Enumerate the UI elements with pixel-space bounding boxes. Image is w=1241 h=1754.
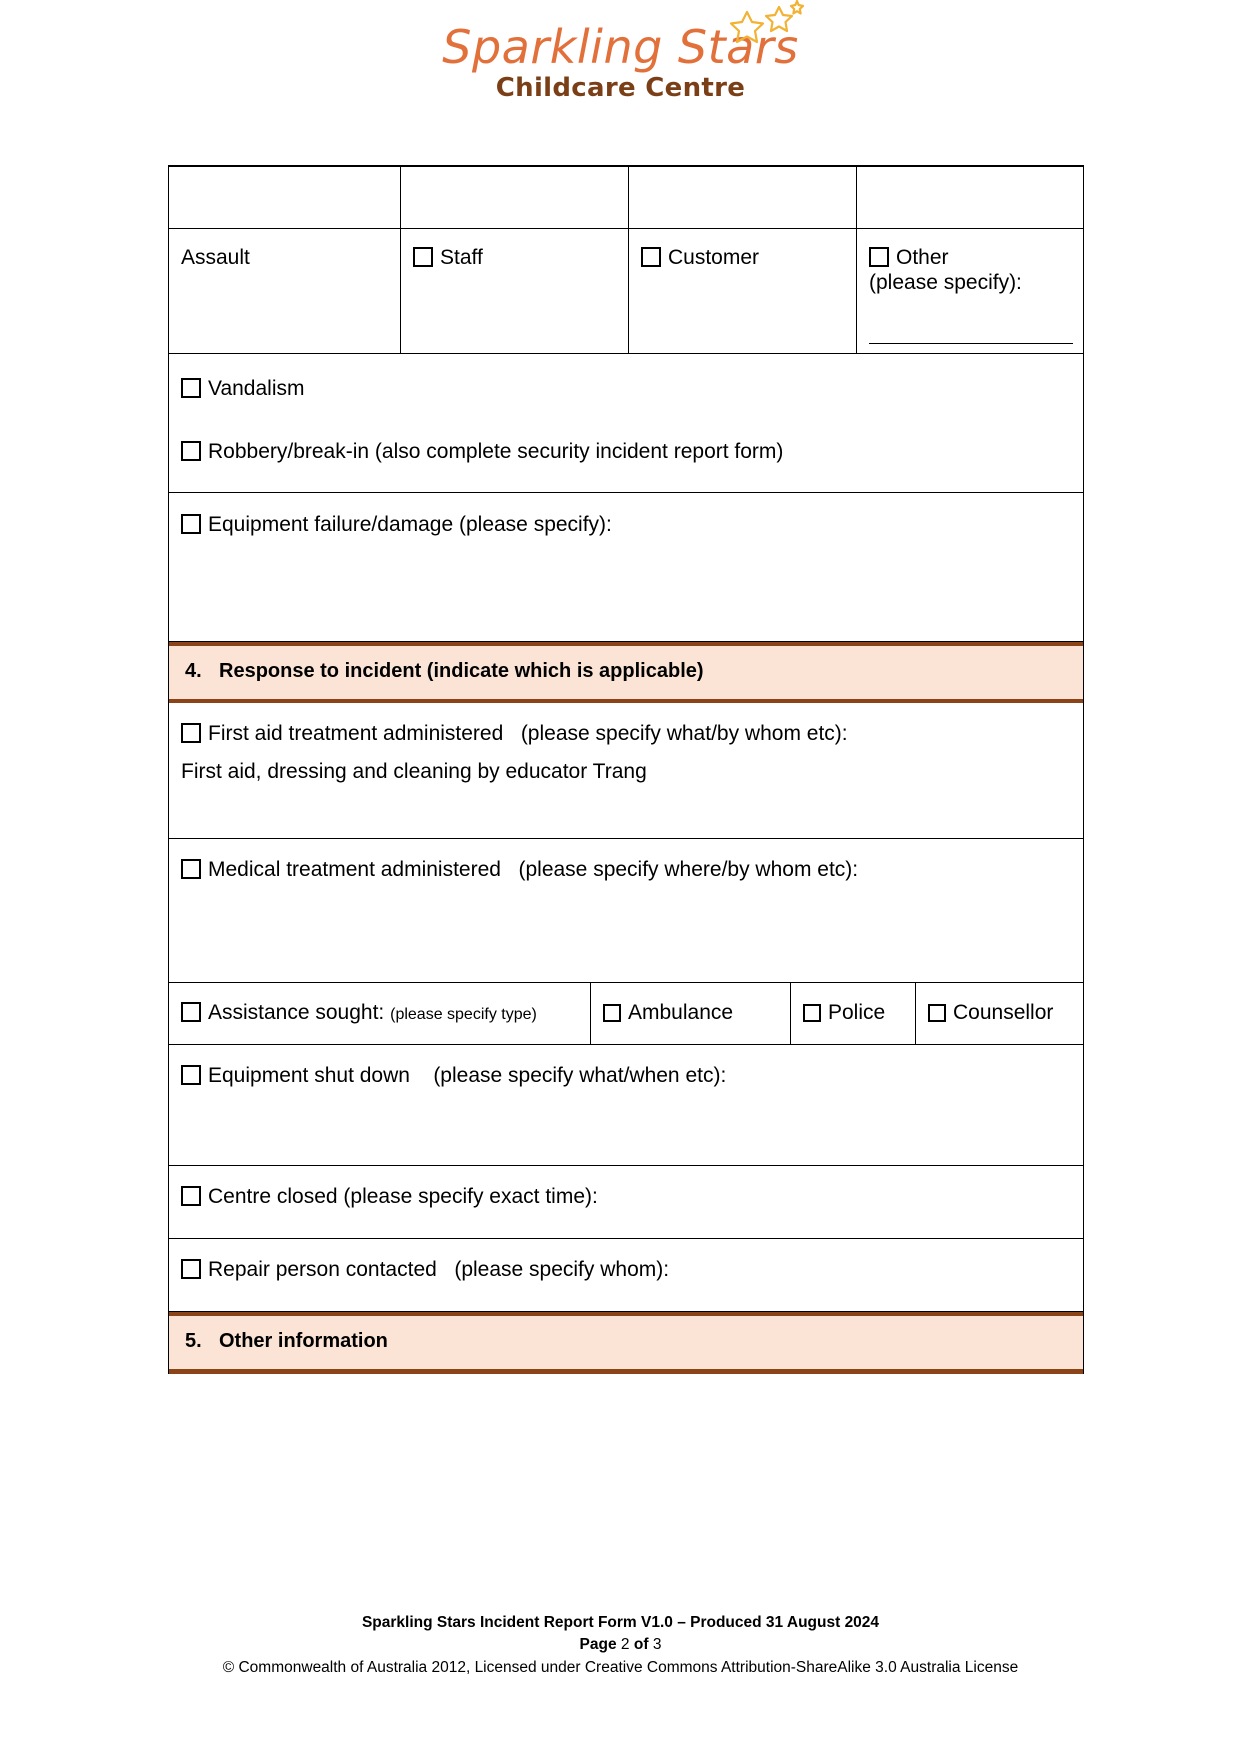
footer-form-title: Sparkling Stars Incident Report Form V1.… [361, 1614, 880, 1631]
stars-icon [727, 0, 805, 46]
page-footer: Sparkling Stars Incident Report Form V1.… [0, 1612, 1241, 1679]
section-5-title: Other information [219, 1329, 388, 1352]
repair-person-label: Repair person contacted [208, 1257, 437, 1281]
other-specify-line[interactable] [869, 343, 1073, 344]
table-row-first-aid: First aid treatment administered (please… [169, 703, 1083, 839]
equipment-shutdown-specify-label: (please specify what/when etc): [433, 1063, 727, 1087]
repair-person-checkbox[interactable] [181, 1258, 201, 1279]
assault-label: Assault [181, 246, 250, 269]
medical-label: Medical treatment administered [208, 857, 501, 881]
logo-header: Sparkling Stars Childcare Centre [0, 0, 1241, 103]
staff-option[interactable]: Staff [401, 229, 629, 353]
table-row-repair-person: Repair person contacted (please specify … [169, 1239, 1083, 1312]
logo-subtitle: Childcare Centre [495, 73, 746, 103]
section-4-header: 4. Response to incident (indicate which … [169, 641, 1083, 703]
vandalism-label: Vandalism [208, 377, 305, 400]
assistance-checkbox[interactable] [181, 1001, 201, 1022]
vandalism-robbery-cell: Vandalism Robbery/break-in (also complet… [169, 354, 1083, 492]
equipment-shutdown-cell[interactable]: Equipment shut down (please specify what… [169, 1045, 1083, 1165]
medical-cell[interactable]: Medical treatment administered (please s… [169, 839, 1083, 982]
other-checkbox[interactable] [869, 247, 889, 267]
equipment-failure-cell[interactable]: Equipment failure/damage (please specify… [169, 493, 1083, 641]
medical-checkbox[interactable] [181, 858, 201, 879]
assistance-specify-label: (please specify type) [390, 1005, 537, 1023]
table-row-blank-top [169, 167, 1083, 229]
equipment-shutdown-label: Equipment shut down [208, 1063, 410, 1087]
ambulance-checkbox[interactable] [603, 1003, 621, 1022]
assistance-cell[interactable]: Assistance sought: (please specify type) [169, 982, 591, 1044]
staff-label: Staff [440, 246, 483, 269]
staff-checkbox[interactable] [413, 247, 433, 267]
section-5-header: 5. Other information [169, 1311, 1083, 1374]
footer-page-word: Page [579, 1636, 617, 1654]
section-4-number: 4. [185, 659, 202, 682]
first-aid-value[interactable]: First aid, dressing and cleaning by educ… [181, 758, 1071, 785]
footer-of-word: of [633, 1636, 649, 1654]
vandalism-option[interactable]: Vandalism [181, 376, 1071, 403]
ambulance-label: Ambulance [628, 1000, 734, 1024]
first-aid-label: First aid treatment administered [208, 721, 504, 745]
first-aid-checkbox[interactable] [181, 722, 201, 743]
footer-license: © Commonwealth of Australia 2012, Licens… [222, 1658, 1019, 1676]
footer-page-number: Page 2 of 3 [0, 1634, 1241, 1656]
robbery-checkbox[interactable] [181, 440, 201, 461]
table-row-vandalism-robbery: Vandalism Robbery/break-in (also complet… [169, 354, 1083, 493]
table-row-centre-closed: Centre closed (please specify exact time… [169, 1166, 1083, 1239]
medical-specify-label: (please specify where/by whom etc): [518, 857, 859, 881]
customer-option[interactable]: Customer [629, 229, 857, 353]
incident-report-table: Assault Staff Customer Other (please spe… [168, 165, 1084, 1374]
equipment-failure-checkbox[interactable] [181, 513, 201, 534]
centre-closed-label: Centre closed (please specify exact time… [208, 1184, 598, 1208]
table-row-equipment-failure: Equipment failure/damage (please specify… [169, 493, 1083, 642]
first-aid-specify-label: (please specify what/by whom etc): [520, 721, 848, 745]
robbery-option[interactable]: Robbery/break-in (also complete security… [181, 439, 1071, 466]
counsellor-option[interactable]: Counsellor [916, 983, 1083, 1044]
equipment-shutdown-checkbox[interactable] [181, 1064, 201, 1085]
section-5-number: 5. [185, 1329, 202, 1352]
table-row-assault: Assault Staff Customer Other (please spe… [169, 229, 1083, 354]
vandalism-checkbox[interactable] [181, 378, 201, 398]
police-checkbox[interactable] [803, 1003, 821, 1022]
logo-inner: Sparkling Stars Childcare Centre [442, 0, 804, 103]
repair-person-specify-label: (please specify whom): [454, 1257, 670, 1281]
repair-person-cell[interactable]: Repair person contacted (please specify … [169, 1239, 1083, 1311]
ambulance-option[interactable]: Ambulance [591, 982, 791, 1044]
equipment-failure-label: Equipment failure/damage (please specify… [208, 512, 612, 536]
customer-checkbox[interactable] [641, 247, 661, 267]
section-4-title: Response to incident (indicate which is … [219, 659, 704, 682]
footer-page-current: 2 [620, 1636, 630, 1654]
blank-cell-2 [401, 167, 629, 228]
table-row-assistance: Assistance sought: (please specify type)… [169, 982, 1083, 1045]
table-row-medical: Medical treatment administered (please s… [169, 839, 1083, 983]
assistance-label: Assistance sought: [208, 1000, 385, 1024]
other-specify-label: (please specify): [869, 270, 1022, 294]
customer-label: Customer [668, 246, 760, 269]
counsellor-label: Counsellor [953, 1000, 1054, 1024]
blank-cell-1 [169, 167, 401, 228]
blank-cell-4 [857, 167, 1083, 228]
centre-closed-cell[interactable]: Centre closed (please specify exact time… [169, 1166, 1083, 1238]
table-row-equipment-shutdown: Equipment shut down (please specify what… [169, 1045, 1083, 1166]
robbery-label: Robbery/break-in (also complete security… [208, 439, 784, 463]
footer-page-total: 3 [652, 1636, 662, 1654]
other-label: Other [896, 246, 949, 269]
police-option[interactable]: Police [791, 982, 916, 1044]
centre-closed-checkbox[interactable] [181, 1185, 201, 1206]
other-option[interactable]: Other (please specify): [857, 229, 1083, 353]
blank-cell-3 [629, 167, 857, 228]
first-aid-cell[interactable]: First aid treatment administered (please… [169, 703, 1083, 838]
assault-cell: Assault [169, 229, 401, 353]
document-page: Sparkling Stars Childcare Centre Assault… [0, 0, 1241, 1754]
police-label: Police [828, 1000, 886, 1024]
counsellor-checkbox[interactable] [928, 1003, 946, 1022]
